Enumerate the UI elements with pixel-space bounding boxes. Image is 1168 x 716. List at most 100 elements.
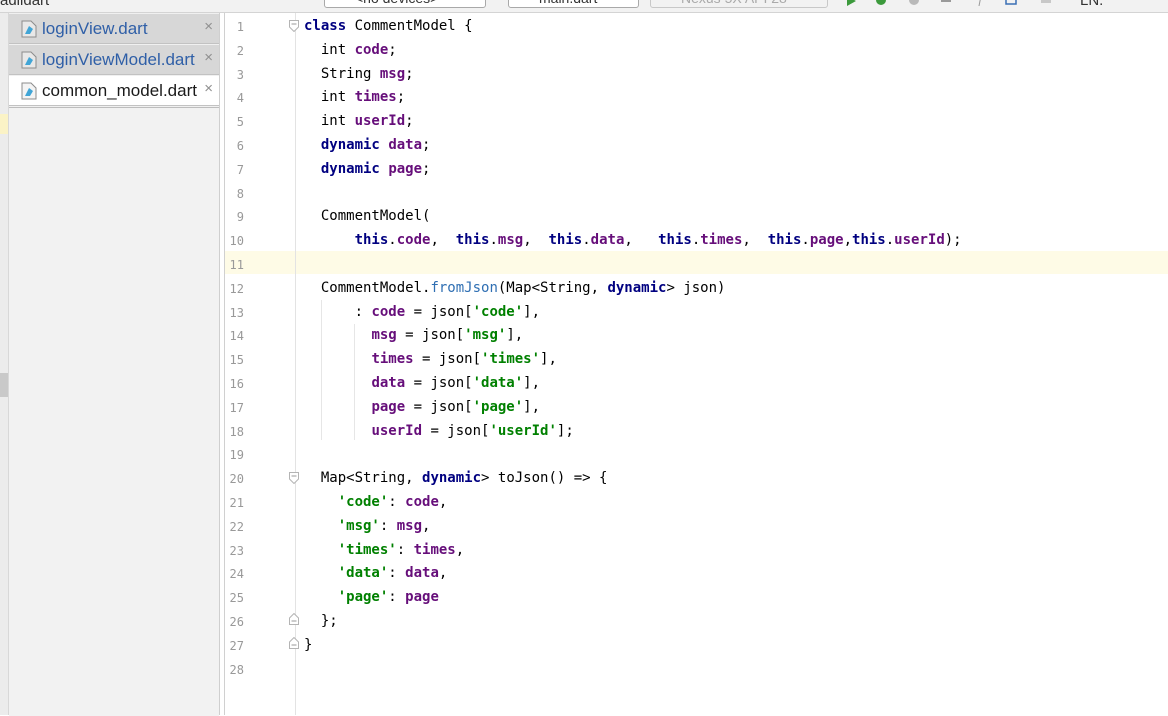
code-text: ], (540, 351, 557, 368)
sync-icon[interactable] (1005, 0, 1017, 6)
debug-icon[interactable] (875, 0, 887, 6)
code-line[interactable]: page = json['page'], (304, 399, 540, 415)
strip-scroll-handle[interactable] (0, 373, 8, 397)
fold-end-icon[interactable] (289, 637, 299, 649)
code-field: times (700, 232, 743, 249)
code-line[interactable]: } (304, 637, 312, 653)
code-field: data (590, 232, 625, 249)
code-text: > json) (666, 279, 726, 296)
fold-end-icon[interactable] (289, 613, 299, 625)
code-text: CommentModel { (346, 18, 473, 34)
code-line[interactable]: msg = json['msg'], (304, 327, 523, 343)
code-text: , (455, 541, 465, 558)
code-line[interactable]: this.code, this.msg, this.data, this.tim… (304, 232, 962, 248)
code-field: userId (894, 232, 945, 249)
line-number: 16 (229, 377, 244, 391)
code-field: page (388, 160, 423, 177)
tab-login-view-model[interactable]: loginViewModel.dart × (9, 45, 219, 75)
code-text: : (396, 541, 414, 558)
line-number: 18 (229, 424, 244, 439)
code-line[interactable]: times = json['times'], (304, 351, 557, 368)
code-text: . (885, 232, 895, 249)
code-text: ; (422, 137, 431, 153)
code-keyword: this (852, 232, 886, 249)
code-line[interactable]: 'code': code, (304, 494, 448, 510)
code-line[interactable]: int code; (304, 42, 397, 58)
code-line[interactable]: CommentModel.fromJson(Map<String, dynami… (304, 279, 726, 296)
code-string: 'code' (472, 303, 524, 320)
line-number: 24 (229, 567, 244, 582)
code-string: 'data' (472, 375, 524, 391)
fold-collapse-icon[interactable] (289, 472, 299, 484)
code-line[interactable]: 'times': times, (304, 542, 464, 558)
tab-common-model[interactable]: common_model.dart × (9, 76, 219, 106)
code-keyword: this (548, 232, 583, 249)
line-number: 27 (229, 638, 244, 653)
toolbar-right-label: LN. (1080, 0, 1104, 9)
close-icon[interactable]: × (204, 80, 213, 97)
line-number: 11 (229, 258, 244, 272)
code-line[interactable]: 'msg': msg, (304, 517, 431, 534)
code-text: : (388, 589, 406, 606)
code-line[interactable]: int userId; (304, 113, 414, 129)
line-number: 5 (236, 115, 244, 130)
code-text: , (438, 565, 448, 582)
fold-collapse-icon[interactable] (289, 20, 299, 32)
code-line[interactable]: class CommentModel { (304, 18, 473, 34)
code-text: . (691, 232, 701, 249)
code-line[interactable]: dynamic data; (304, 137, 431, 153)
code-text: : (379, 517, 397, 534)
code-line[interactable]: 'page': page (304, 589, 439, 605)
tab-login-view[interactable]: loginView.dart × (9, 14, 219, 44)
current-line-highlight (296, 251, 1168, 274)
code-text: , (430, 232, 456, 249)
main-toolbar: adlidart <no devices> main.dart Nexus 5X… (0, 0, 1168, 13)
profile-icon[interactable] (908, 0, 920, 6)
line-number: 26 (229, 615, 244, 629)
code-line[interactable]: userId = json['userId']; (304, 423, 573, 439)
line-number: 6 (236, 139, 244, 153)
code-text: ], (523, 375, 541, 391)
code-text: > toJson() => { (481, 470, 608, 487)
code-field: times (371, 351, 414, 368)
code-text: = json[ (396, 327, 465, 344)
code-line[interactable]: CommentModel( (304, 208, 431, 225)
run-config-selector[interactable]: main.dart (508, 0, 639, 8)
code-text: , (422, 517, 431, 534)
code-text: = json[ (405, 375, 473, 391)
attach-icon[interactable] (940, 0, 952, 6)
line-number: 17 (229, 400, 244, 415)
tabs-panel-body (9, 107, 219, 716)
code-text: : (388, 494, 406, 510)
line-number: 25 (229, 591, 244, 606)
code-text: CommentModel( (304, 208, 431, 225)
run-icon[interactable] (845, 0, 857, 6)
line-number: 12 (229, 281, 244, 296)
line-number: 1 (236, 20, 244, 34)
code-string: 'page' (472, 398, 524, 415)
code-text: ], (523, 398, 541, 415)
code-line[interactable]: int times; (304, 89, 405, 105)
code-line[interactable]: }; (304, 613, 338, 629)
line-number: 2 (236, 43, 244, 58)
code-line[interactable]: data = json['data'], (304, 375, 540, 391)
code-line[interactable]: 'data': data, (304, 565, 448, 582)
code-line[interactable]: : code = json['code'], (304, 304, 540, 320)
close-icon[interactable]: × (204, 18, 213, 35)
dart-file-icon (21, 51, 37, 69)
code-line[interactable]: String msg; (304, 66, 414, 82)
device-selector[interactable]: <no devices> (324, 0, 486, 8)
close-icon[interactable]: × (204, 49, 213, 66)
emulator-selector[interactable]: Nexus 5X API 28 (650, 0, 828, 8)
code-keyword: class (304, 18, 347, 34)
code-line[interactable]: Map<String, dynamic> toJson() => { (304, 470, 608, 487)
line-number: 22 (229, 519, 244, 534)
code-line[interactable]: dynamic page; (304, 160, 431, 177)
stop-icon[interactable] (1040, 0, 1052, 6)
